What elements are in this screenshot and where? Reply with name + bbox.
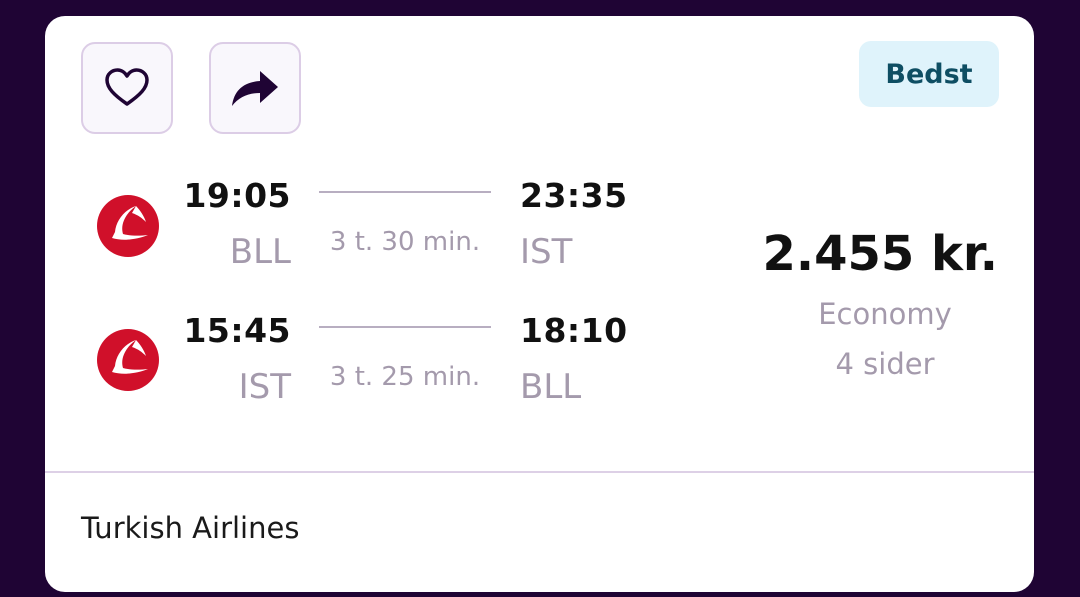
- inbound-route-line: [319, 326, 491, 328]
- share-arrow-icon: [232, 71, 278, 106]
- inbound-departure-time: 15:45: [183, 311, 291, 350]
- turkish-airlines-logo: [97, 195, 159, 257]
- flight-result-card[interactable]: Bedst 19:05 BLL 3 t. 30 min. 23:35 IST 1…: [45, 16, 1034, 592]
- outbound-route-line: [319, 191, 491, 193]
- favorite-button[interactable]: [81, 42, 173, 134]
- price[interactable]: 2.455 kr.: [762, 230, 998, 278]
- airline-name: Turkish Airlines: [81, 511, 300, 545]
- turkish-airlines-logo: [97, 329, 159, 391]
- inbound-departure-airport: IST: [238, 367, 291, 407]
- outbound-arrival-time: 23:35: [520, 176, 628, 215]
- outbound-departure-airport: BLL: [229, 232, 291, 272]
- best-badge: Bedst: [859, 41, 999, 107]
- inbound-arrival-time: 18:10: [520, 311, 628, 350]
- inbound-duration: 3 t. 25 min.: [329, 362, 481, 392]
- booking-sites-count: 4 sider: [835, 347, 935, 381]
- outbound-duration: 3 t. 30 min.: [329, 227, 481, 257]
- share-button[interactable]: [209, 42, 301, 134]
- divider: [45, 471, 1034, 473]
- outbound-arrival-airport: IST: [520, 232, 573, 272]
- heart-icon: [105, 68, 149, 106]
- cabin-class: Economy: [818, 297, 952, 331]
- outbound-departure-time: 19:05: [183, 176, 291, 215]
- inbound-arrival-airport: BLL: [520, 367, 582, 407]
